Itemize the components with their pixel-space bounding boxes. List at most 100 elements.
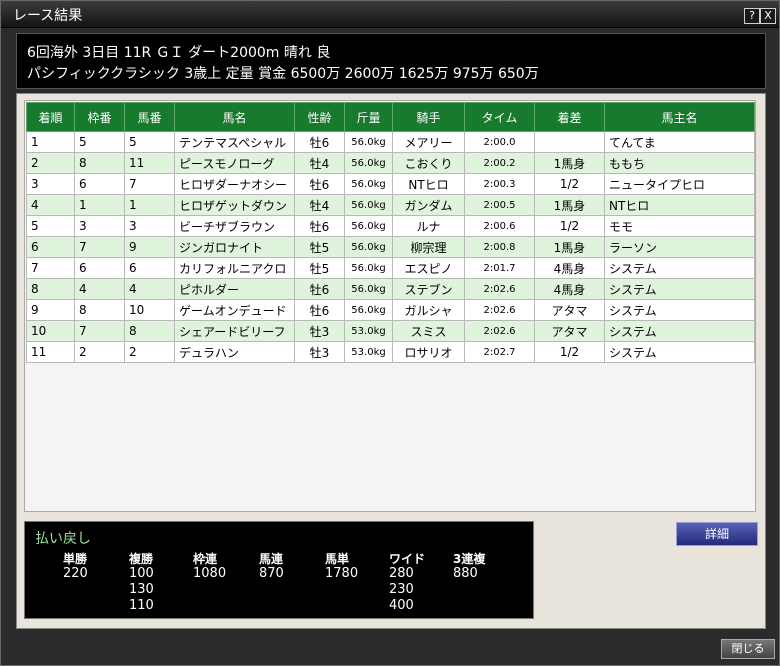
table-cell: 3	[74, 215, 125, 237]
table-cell: NTヒロ	[392, 173, 465, 195]
table-cell: 1	[74, 194, 125, 216]
race-result-window: レース結果 ? X 6回海外 3日目 11R ＧＩ ダート2000m 晴れ 良 …	[0, 0, 780, 666]
table-cell: システム	[604, 299, 755, 321]
payout-column: 3連複 880	[453, 550, 485, 582]
table-cell: ガンダム	[392, 194, 465, 216]
table-row[interactable]: 7 6 6 カリフォルニアクロ 牡5 56.0kg エスピノ 2:01.7 4馬身 システム	[26, 257, 755, 279]
results-table-container[interactable]: 着順 枠番 馬番 馬名 性齢 斤量 騎手 タイム 着差 馬主名 1 5 5 テンテマスペシャル 牡6 56.…	[24, 100, 756, 512]
column-header[interactable]: 着差	[534, 102, 605, 132]
table-row[interactable]: 4 1 1 ヒロザゲットダウン 牡4 56.0kg ガンダム 2:00.5 1馬身 NTヒロ	[26, 194, 755, 216]
table-cell: テンテマスペシャル	[174, 131, 295, 153]
table-cell: 2	[74, 341, 125, 363]
table-cell: 2:00.6	[464, 215, 535, 237]
table-cell: 1馬身	[534, 236, 605, 258]
table-cell: 6	[124, 257, 175, 279]
table-cell: てんてま	[604, 131, 755, 153]
table-cell: 56.0kg	[344, 152, 393, 174]
column-header[interactable]: タイム	[464, 102, 535, 132]
table-cell: 牡5	[294, 257, 345, 279]
table-row[interactable]: 11 2 2 デュラハン 牡3 53.0kg ロサリオ 2:02.7 1/2 システム	[26, 341, 755, 363]
table-cell: 牡4	[294, 194, 345, 216]
table-cell: ゲームオンデュード	[174, 299, 295, 321]
table-cell: 56.0kg	[344, 257, 393, 279]
table-cell: 1馬身	[534, 152, 605, 174]
table-cell: 53.0kg	[344, 341, 393, 363]
table-cell: 1/2	[534, 341, 605, 363]
table-cell: 10	[26, 320, 75, 342]
payout-value: 280	[389, 566, 414, 581]
table-cell: アタマ	[534, 320, 605, 342]
table-cell: モモ	[604, 215, 755, 237]
table-row[interactable]: 5 3 3 ビーチザブラウン 牡6 56.0kg ルナ 2:00.6 1/2 モモ	[26, 215, 755, 237]
table-cell: 8	[26, 278, 75, 300]
column-header[interactable]: 枠番	[74, 102, 125, 132]
table-row[interactable]: 8 4 4 ピホルダー 牡6 56.0kg ステブン 2:02.6 4馬身 システム	[26, 278, 755, 300]
column-header[interactable]: 着順	[26, 102, 75, 132]
close-icon[interactable]: X	[760, 8, 776, 24]
payout-column-head: 単勝	[63, 552, 88, 566]
table-cell: 2:02.6	[464, 320, 535, 342]
payout-value: 110	[129, 598, 154, 613]
table-row[interactable]: 9 8 10 ゲームオンデュード 牡6 56.0kg ガルシャ 2:02.6 アタマ システム	[26, 299, 755, 321]
table-cell: 2:00.5	[464, 194, 535, 216]
payout-column: 枠連 1080	[193, 550, 226, 582]
column-header[interactable]: 性齢	[294, 102, 345, 132]
table-cell: 牡3	[294, 320, 345, 342]
table-cell: 牡6	[294, 215, 345, 237]
table-cell: 2:02.7	[464, 341, 535, 363]
detail-button[interactable]: 詳細	[676, 522, 758, 546]
table-cell: 9	[26, 299, 75, 321]
table-row[interactable]: 3 6 7 ヒロザダーナオシー 牡6 56.0kg NTヒロ 2:00.3 1/2 ニュータイプヒ…	[26, 173, 755, 195]
table-row[interactable]: 6 7 9 ジンガロナイト 牡5 56.0kg 柳宗理 2:00.8 1馬身 ラーソン	[26, 236, 755, 258]
table-cell: 53.0kg	[344, 320, 393, 342]
table-cell: 4	[124, 278, 175, 300]
table-cell: ヒロザゲットダウン	[174, 194, 295, 216]
table-cell: 2:02.6	[464, 278, 535, 300]
close-button[interactable]: 閉じる	[721, 639, 775, 659]
table-cell: ニュータイプヒロ	[604, 173, 755, 195]
column-header[interactable]: 斤量	[344, 102, 393, 132]
table-cell: 56.0kg	[344, 299, 393, 321]
payout-column: ワイド 280 230 400	[389, 550, 425, 614]
table-cell: 4	[26, 194, 75, 216]
table-cell: 10	[124, 299, 175, 321]
table-body: 1 5 5 テンテマスペシャル 牡6 56.0kg メアリー 2:00.0 てんてま 2 8 11 ピー…	[26, 131, 755, 363]
results-table: 着順 枠番 馬番 馬名 性齢 斤量 騎手 タイム 着差 馬主名 1 5 5 テンテマスペシャル 牡6 56.…	[26, 102, 755, 363]
table-cell: 5	[74, 131, 125, 153]
payout-column: 単勝 220	[63, 550, 88, 582]
table-cell: 牡6	[294, 131, 345, 153]
table-cell: ルナ	[392, 215, 465, 237]
race-info-line1: 6回海外 3日目 11R ＧＩ ダート2000m 晴れ 良	[27, 45, 331, 61]
table-cell: 6	[26, 236, 75, 258]
help-button[interactable]: ?	[744, 8, 760, 24]
table-cell: 56.0kg	[344, 215, 393, 237]
column-header[interactable]: 馬主名	[604, 102, 755, 132]
payout-column-head: 枠連	[193, 552, 218, 566]
table-cell: エスピノ	[392, 257, 465, 279]
table-cell: 2	[26, 152, 75, 174]
table-cell: 1/2	[534, 173, 605, 195]
table-cell: システム	[604, 257, 755, 279]
table-cell: アタマ	[534, 299, 605, 321]
table-cell: 4馬身	[534, 278, 605, 300]
title-bar[interactable]: レース結果 ? X	[1, 1, 779, 28]
payout-column-head: 馬単	[325, 552, 350, 566]
table-cell: 6	[74, 257, 125, 279]
table-cell: 56.0kg	[344, 173, 393, 195]
payout-value: 880	[453, 566, 478, 581]
table-cell: ヒロザダーナオシー	[174, 173, 295, 195]
table-cell: ラーソン	[604, 236, 755, 258]
column-header[interactable]: 馬名	[174, 102, 295, 132]
table-cell: スミス	[392, 320, 465, 342]
table-cell: 牡5	[294, 236, 345, 258]
table-cell: 56.0kg	[344, 278, 393, 300]
table-row[interactable]: 2 8 11 ピースモノローグ 牡4 56.0kg こおくり 2:00.2 1馬身 ももち	[26, 152, 755, 174]
column-header[interactable]: 騎手	[392, 102, 465, 132]
table-row[interactable]: 1 5 5 テンテマスペシャル 牡6 56.0kg メアリー 2:00.0 てんてま	[26, 131, 755, 153]
table-cell: 8	[74, 299, 125, 321]
column-header[interactable]: 馬番	[124, 102, 175, 132]
payout-column-head: ワイド	[389, 552, 426, 566]
table-cell: 8	[74, 152, 125, 174]
table-cell: 1/2	[534, 215, 605, 237]
table-row[interactable]: 10 7 8 シェアードビリーフ 牡3 53.0kg スミス 2:02.6 アタマ システム	[26, 320, 755, 342]
